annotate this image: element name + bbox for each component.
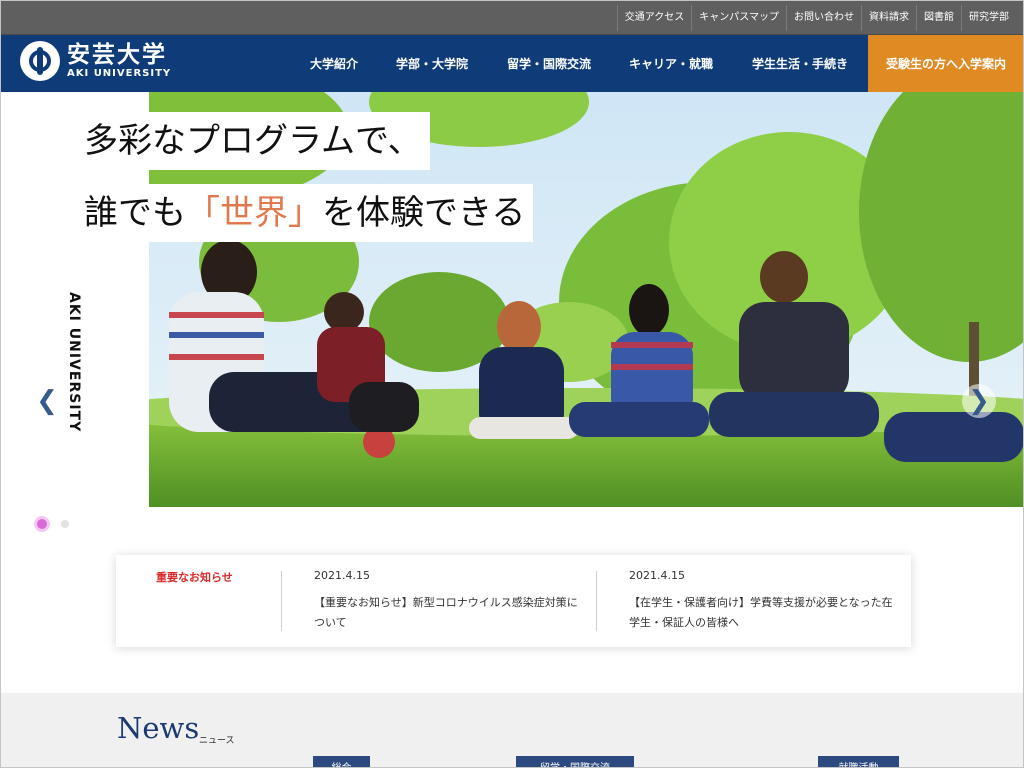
- headline-line-2: 誰でも「世界」を体験できる: [76, 184, 534, 242]
- chevron-right-icon[interactable]: ❯: [962, 384, 996, 418]
- admissions-button[interactable]: 受験生の方へ入学案内: [868, 35, 1024, 92]
- notice-item[interactable]: 2021.4.15 【在学生・保護者向け】学費等支援が必要となった在学生・保証人…: [629, 569, 899, 633]
- chevron-left-icon[interactable]: ❮: [30, 384, 64, 418]
- headline-accent: 「世界」: [186, 193, 322, 233]
- headline-line-1: 多彩なプログラムで、: [76, 112, 430, 170]
- notice-date: 2021.4.15: [314, 569, 370, 582]
- notice-item[interactable]: 2021.4.15 【重要なお知らせ】新型コロナウイルス感染症対策について: [314, 569, 584, 633]
- utility-link-campus-map[interactable]: キャンパスマップ: [691, 4, 786, 31]
- divider: [281, 571, 282, 631]
- logo-name: 安芸大学: [67, 41, 167, 68]
- notice-text: 【在学生・保護者向け】学費等支援が必要となった在学生・保証人の皆様へ: [629, 596, 893, 629]
- logo-emblem-icon: [20, 41, 60, 81]
- utility-link-library[interactable]: 図書館: [916, 4, 961, 31]
- slide-dot-1[interactable]: [37, 519, 47, 529]
- slide-dot-2[interactable]: [61, 520, 69, 528]
- utility-link-access[interactable]: 交通アクセス: [616, 4, 692, 31]
- nav-student-life[interactable]: 学生生活・手続き: [752, 55, 848, 72]
- university-logo[interactable]: 安芸大学 AKI UNIVERSITY: [20, 41, 171, 81]
- news-heading: News: [117, 711, 200, 745]
- utility-bar: 交通アクセス キャンパスマップ お問い合わせ 資料請求 図書館 研究学部: [0, 0, 1024, 35]
- notice-text: 【重要なお知らせ】新型コロナウイルス感染症対策について: [314, 596, 578, 629]
- notice-date: 2021.4.15: [629, 569, 685, 582]
- news-section: News ニュース 総合 留学・国際交流 就職活動: [0, 693, 1024, 768]
- logo-english: AKI UNIVERSITY: [67, 67, 172, 79]
- news-category-international[interactable]: 留学・国際交流: [516, 756, 634, 768]
- utility-link-brochure[interactable]: 資料請求: [861, 4, 916, 31]
- nav-career[interactable]: キャリア・就職: [629, 55, 713, 72]
- utility-link-contact[interactable]: お問い合わせ: [786, 4, 861, 31]
- nav-faculties[interactable]: 学部・大学院: [396, 55, 468, 72]
- side-label: AKI UNIVERSITY: [66, 292, 82, 433]
- main-header: 安芸大学 AKI UNIVERSITY 大学紹介 学部・大学院 留学・国際交流 …: [0, 35, 1024, 92]
- divider: [596, 571, 597, 631]
- news-category-career[interactable]: 就職活動: [818, 756, 899, 768]
- nav-international[interactable]: 留学・国際交流: [507, 55, 591, 72]
- utility-link-research[interactable]: 研究学部: [961, 4, 1016, 31]
- nav-about[interactable]: 大学紹介: [310, 55, 358, 72]
- news-subheading: ニュース: [199, 736, 235, 746]
- hero-slider: 多彩なプログラムで、 誰でも「世界」を体験できる AKI UNIVERSITY …: [0, 92, 1024, 538]
- news-category-general[interactable]: 総合: [313, 756, 370, 768]
- hero-headline: 多彩なプログラムで、 誰でも「世界」を体験できる: [76, 112, 534, 242]
- notice-title: 重要なお知らせ: [156, 571, 233, 584]
- important-notice-card: 重要なお知らせ 2021.4.15 【重要なお知らせ】新型コロナウイルス感染症対…: [116, 555, 911, 647]
- utility-nav: 交通アクセス キャンパスマップ お問い合わせ 資料請求 図書館 研究学部: [616, 0, 1016, 35]
